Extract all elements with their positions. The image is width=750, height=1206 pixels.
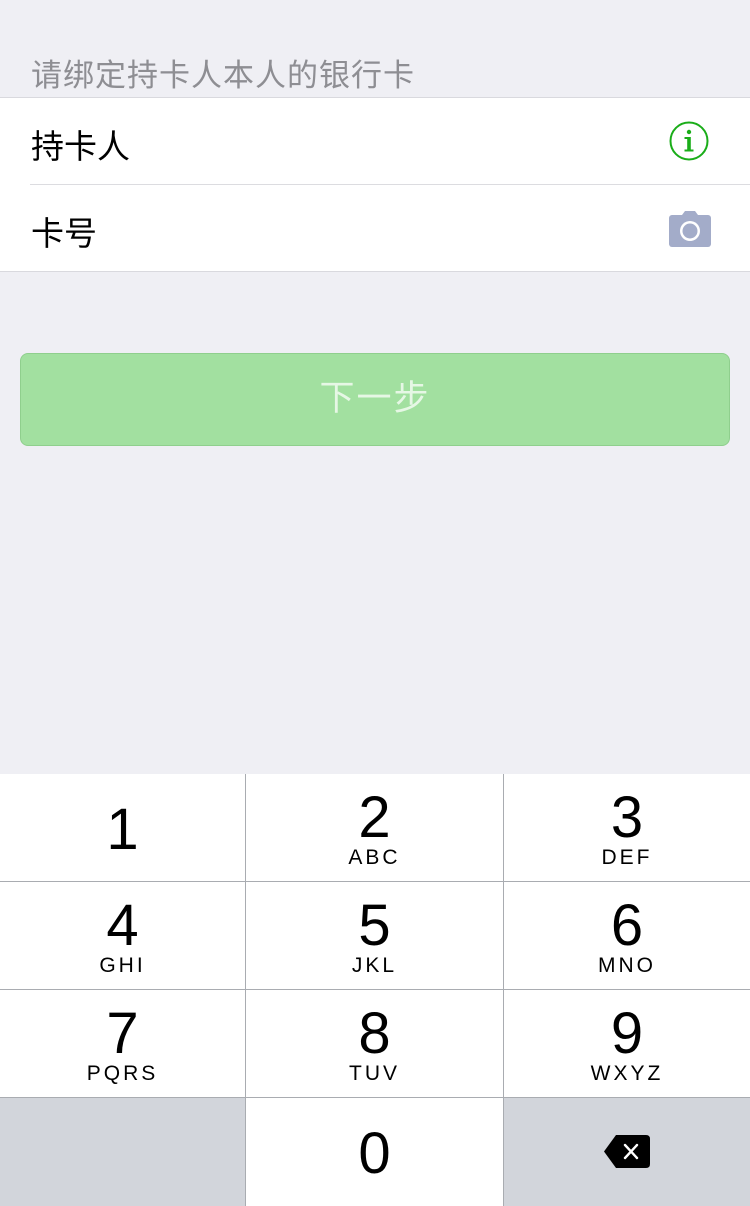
key-letters: JKL [351, 954, 398, 977]
next-step-button[interactable]: 下一步 [20, 353, 730, 446]
cardholder-row[interactable]: 持卡人 [0, 98, 750, 185]
key-1[interactable]: 1 [0, 774, 245, 881]
key-letters: MNO [598, 954, 656, 977]
key-digit: 5 [358, 893, 391, 958]
info-icon[interactable] [669, 121, 709, 161]
key-letters: WXYZ [590, 1062, 664, 1085]
key-letters: GHI [99, 954, 146, 977]
key-3[interactable]: 3 DEF [504, 774, 750, 881]
key-letters: ABC [348, 846, 401, 869]
key-letters: DEF [601, 846, 653, 869]
delete-key[interactable] [504, 1098, 750, 1206]
bind-card-page: 请绑定持卡人本人的银行卡 持卡人 卡号 下一步 1 2 ABC 3 DEF 4 … [0, 0, 750, 1206]
key-digit: 6 [610, 893, 644, 958]
key-4[interactable]: 4 GHI [0, 882, 245, 989]
numeric-keypad: 1 2 ABC 3 DEF 4 GHI 5 JKL 6 MNO 7 PQRS 8 [0, 774, 750, 1206]
key-digit: 1 [106, 797, 139, 862]
cardholder-label: 持卡人 [31, 127, 130, 166]
key-0[interactable]: 0 [246, 1098, 503, 1206]
key-letters: TUV [349, 1062, 400, 1085]
key-digit: 2 [358, 785, 391, 850]
key-digit: 4 [106, 893, 139, 958]
key-digit: 0 [358, 1121, 391, 1186]
section-hint: 请绑定持卡人本人的银行卡 [31, 58, 415, 94]
card-form: 持卡人 卡号 [0, 97, 750, 272]
key-digit: 8 [358, 1001, 391, 1066]
card-number-row[interactable]: 卡号 [0, 185, 750, 272]
blank-key [0, 1098, 245, 1206]
key-9[interactable]: 9 WXYZ [504, 990, 750, 1097]
backspace-icon [604, 1135, 650, 1168]
key-7[interactable]: 7 PQRS [0, 990, 245, 1097]
card-number-label: 卡号 [31, 214, 97, 253]
key-5[interactable]: 5 JKL [246, 882, 503, 989]
key-6[interactable]: 6 MNO [504, 882, 750, 989]
key-8[interactable]: 8 TUV [246, 990, 503, 1097]
key-digit: 9 [610, 1001, 644, 1066]
key-digit: 7 [106, 1001, 139, 1066]
key-digit: 3 [610, 785, 644, 850]
key-letters: PQRS [86, 1062, 159, 1085]
key-2[interactable]: 2 ABC [246, 774, 503, 881]
camera-icon[interactable] [669, 211, 711, 247]
